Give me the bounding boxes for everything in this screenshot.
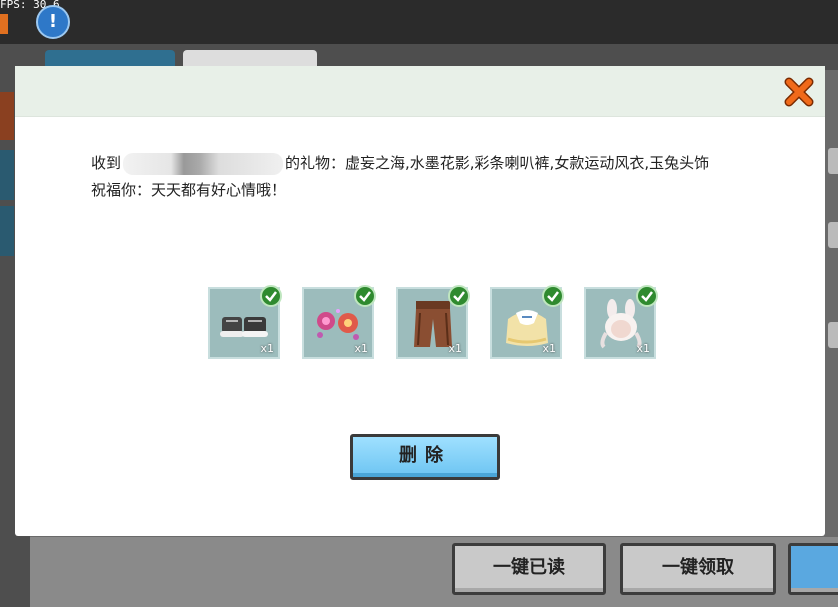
close-icon [784,77,814,107]
gift-list-text: 的礼物：虚妄之海,水墨花影,彩条喇叭裤,女款运动风衣,玉兔头饰 [285,154,710,172]
gift-item-headwear[interactable]: x1 [584,285,658,359]
background-right-tab[interactable] [828,222,838,248]
top-bar: FPS: 30.6 ! [0,0,838,44]
background-extra-button[interactable] [788,543,838,595]
item-quantity: x1 [354,342,368,355]
gift-item-jacket[interactable]: x1 [490,285,564,359]
item-quantity: x1 [636,342,650,355]
gift-item-pants[interactable]: x1 [396,285,470,359]
delete-button[interactable]: 删除 [350,434,500,480]
gift-message: 收到 的礼物：虚妄之海,水墨花影,彩条喇叭裤,女款运动风衣,玉兔头饰 祝福你：天天… [91,150,791,204]
message-prefix: 收到 [91,154,122,172]
background-side-item[interactable] [0,206,14,256]
selected-check-icon [636,285,658,307]
selected-check-icon [542,285,564,307]
claim-all-button[interactable]: 一键领取 [620,543,776,595]
orange-marker [0,14,8,34]
dialog-header [15,66,825,117]
gift-message-dialog: 收到 的礼物：虚妄之海,水墨花影,彩条喇叭裤,女款运动风衣,玉兔头饰 祝福你：天天… [15,66,825,536]
redacted-sender-name [123,152,284,175]
item-quantity: x1 [542,342,556,355]
background-right-tab[interactable] [828,148,838,174]
wish-text: 祝福你：天天都有好心情哦！ [91,181,287,199]
read-all-button[interactable]: 一键已读 [452,543,606,595]
gift-item-shoes[interactable]: x1 [208,285,282,359]
background-side-item[interactable] [0,92,14,140]
selected-check-icon [354,285,376,307]
gift-item-flowers[interactable]: x1 [302,285,376,359]
item-quantity: x1 [260,342,274,355]
background-right-tab[interactable] [828,322,838,348]
item-quantity: x1 [448,342,462,355]
alert-icon[interactable]: ! [36,5,70,39]
background-side-item[interactable] [0,150,14,200]
selected-check-icon [260,285,282,307]
close-button[interactable] [781,74,817,110]
selected-check-icon [448,285,470,307]
